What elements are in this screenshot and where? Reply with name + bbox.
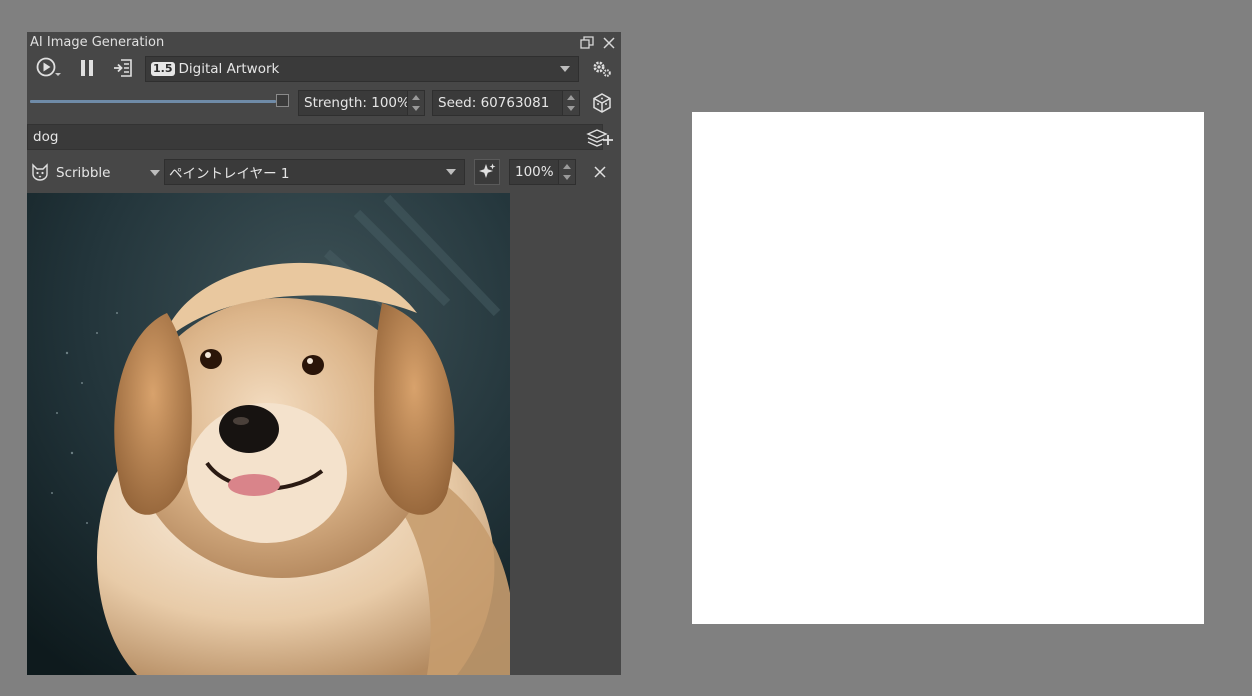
random-seed-button[interactable] — [590, 91, 614, 115]
seed-label: Seed: 60763081 — [438, 95, 550, 111]
control-type-label: Scribble — [56, 165, 111, 181]
close-icon — [594, 166, 606, 178]
seed-spinbox[interactable]: Seed: 60763081 — [432, 90, 580, 116]
arrow-up-icon[interactable] — [567, 95, 575, 100]
style-badge: 1.5 — [151, 62, 175, 76]
close-panel-icon[interactable] — [600, 34, 618, 52]
control-strength-stepper[interactable] — [558, 160, 575, 184]
style-select[interactable]: 1.5 Digital Artwork — [145, 56, 579, 82]
panel-title: AI Image Generation — [30, 35, 165, 50]
control-layer-label: ペイントレイヤー 1 — [169, 166, 290, 182]
apply-button[interactable] — [111, 56, 135, 80]
generated-image-preview[interactable] — [27, 193, 510, 675]
generate-button[interactable] — [35, 56, 63, 80]
ai-image-generation-panel: AI Image Generation 1.5 Digital Artwork … — [27, 32, 621, 675]
control-layer-select[interactable]: ペイントレイヤー 1 — [164, 159, 465, 185]
control-strength-spinbox[interactable]: 100% — [509, 159, 576, 185]
style-label: Digital Artwork — [178, 61, 280, 77]
arrow-up-icon[interactable] — [563, 164, 571, 169]
arrow-down-icon[interactable] — [563, 175, 571, 180]
control-type-select[interactable]: Scribble — [54, 160, 160, 186]
puppy-image — [27, 193, 510, 675]
arrow-up-icon[interactable] — [412, 95, 420, 100]
apply-to-canvas-icon — [114, 59, 132, 77]
generate-control-button[interactable] — [474, 159, 500, 185]
add-control-layer-button[interactable] — [585, 125, 615, 151]
prompt-input[interactable]: dog — [27, 124, 603, 150]
gears-icon — [593, 61, 611, 77]
play-circle-icon — [36, 57, 61, 77]
chevron-down-icon — [150, 170, 160, 176]
strength-spinbox[interactable]: Strength: 100% — [298, 90, 425, 116]
float-window-icon[interactable] — [578, 34, 596, 52]
strength-label: Strength: 100% — [304, 95, 410, 111]
document-canvas[interactable] — [692, 112, 1204, 624]
arrow-down-icon[interactable] — [567, 106, 575, 111]
chevron-down-icon — [446, 169, 456, 175]
pause-icon — [81, 60, 93, 76]
seed-stepper[interactable] — [562, 91, 579, 115]
chevron-down-icon — [560, 66, 570, 72]
remove-control-button[interactable] — [589, 160, 611, 184]
settings-button[interactable] — [590, 58, 614, 80]
layers-add-icon — [586, 129, 613, 147]
sparkle-icon — [479, 163, 496, 178]
strength-stepper[interactable] — [407, 91, 424, 115]
strength-slider-track[interactable] — [30, 100, 276, 103]
control-strength-label: 100% — [515, 164, 554, 180]
dice-cube-icon — [593, 93, 611, 113]
cat-face-icon — [32, 163, 48, 181]
panel-titlebar: AI Image Generation — [27, 32, 621, 54]
control-type-icon[interactable] — [29, 160, 51, 184]
arrow-down-icon[interactable] — [412, 106, 420, 111]
strength-slider-handle[interactable] — [276, 94, 289, 107]
pause-button[interactable] — [77, 56, 97, 80]
